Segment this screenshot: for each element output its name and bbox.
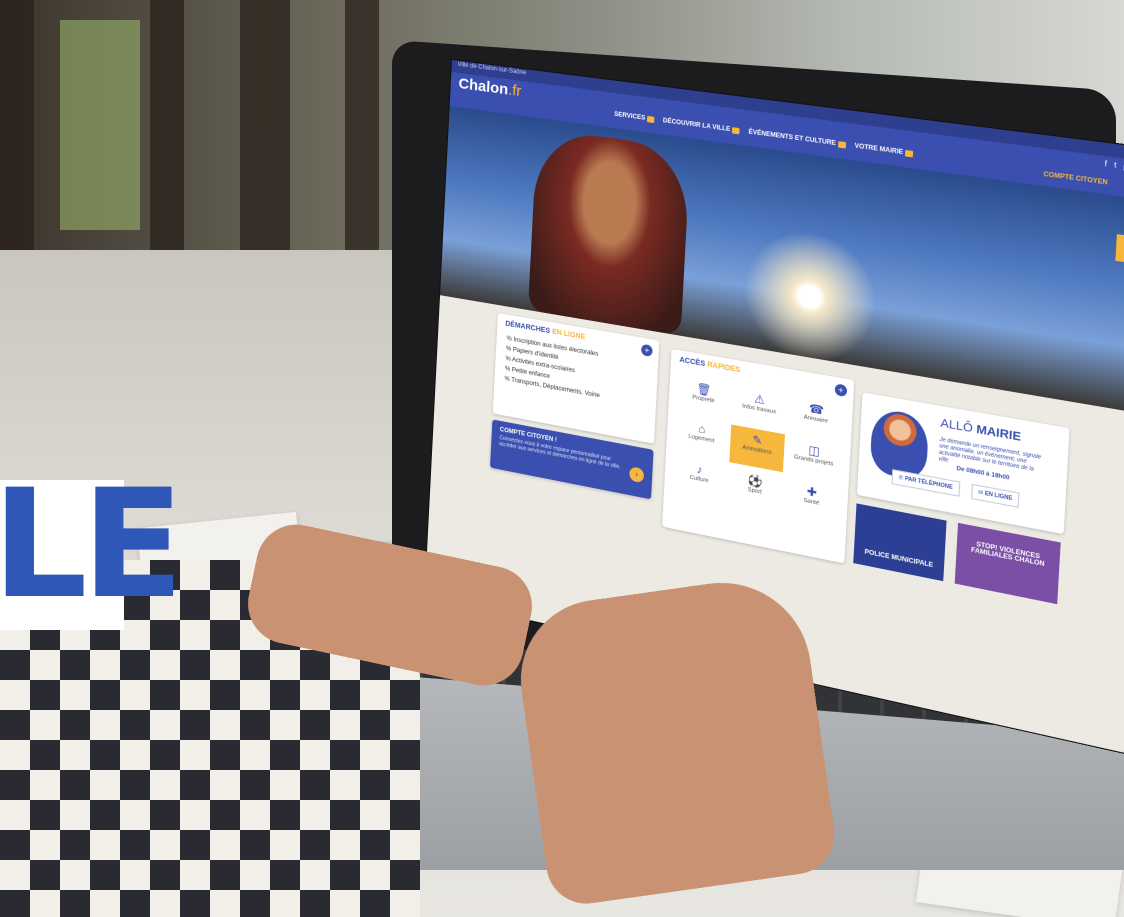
chevron-down-icon	[837, 141, 846, 149]
title-accent: RAPIDES	[706, 361, 741, 375]
nav-label: VOTRE MAIRIE	[854, 143, 904, 157]
nav-label: SERVICES	[614, 111, 646, 122]
nav-decouvrir[interactable]: DÉCOUVRIR LA VILLE	[662, 117, 741, 135]
tile-annuaire[interactable]: ☎ Annuaire	[788, 394, 844, 442]
title-prefix: ACCÈS	[679, 356, 706, 369]
brand-tld: .fr	[507, 81, 522, 101]
chevron-down-icon	[905, 149, 914, 158]
nav-services[interactable]: SERVICES	[614, 112, 655, 124]
chevron-down-icon	[647, 115, 655, 124]
facebook-icon[interactable]: f	[1104, 161, 1107, 170]
account-link[interactable]: COMPTE CITOYEN	[1043, 172, 1108, 187]
brand-letters: LE	[0, 458, 184, 632]
button-label: EN LIGNE	[984, 490, 1013, 503]
nav-evenements[interactable]: ÉVÉNEMENTS ET CULTURE	[748, 129, 846, 149]
title-bold: MAIRIE	[975, 423, 1022, 445]
tile-grands-projets[interactable]: ◫ Grands projets	[786, 435, 842, 483]
online-button[interactable]: ✉ EN LIGNE	[971, 483, 1020, 508]
violence-banner[interactable]: STOP! VIOLENCES FAMILIALES CHALON	[954, 522, 1061, 605]
tile-animations[interactable]: ✎ Animations	[729, 424, 785, 473]
nav-label: ÉVÉNEMENTS ET CULTURE	[748, 129, 837, 148]
police-banner[interactable]: POLICE MUNICIPALE	[853, 503, 947, 582]
tile-travaux[interactable]: ⚠ Infos travaux	[732, 384, 787, 431]
title-accent: EN LIGNE	[551, 328, 586, 342]
window-light	[60, 20, 140, 230]
acces-card: ACCÈS RAPIDES + 🗑 Propreté ⚠ Infos travaux…	[662, 348, 855, 564]
title-prefix: ALLÔ	[940, 416, 974, 436]
social-links: f t ▶ ◎	[1104, 161, 1124, 175]
chevron-down-icon	[732, 127, 741, 135]
nav-label: DÉCOUVRIR LA VILLE	[662, 117, 731, 134]
tile-culture[interactable]: ♪ Culture	[672, 455, 726, 502]
carnival-figure	[527, 127, 691, 336]
right-hand	[510, 571, 840, 909]
tile-sante[interactable]: ✚ Santé	[784, 476, 840, 524]
photo-scene: Ville de Chalon-sur-Saône Chalon.fr f t …	[0, 0, 1124, 917]
nav-mairie[interactable]: VOTRE MAIRIE	[854, 143, 914, 158]
brand-letters-tile: LE	[0, 470, 184, 630]
title-prefix: DÉMARCHES	[505, 320, 551, 336]
brand-name: Chalon	[458, 74, 509, 99]
twitter-icon[interactable]: t	[1114, 162, 1117, 171]
tile-logement[interactable]: ⌂ Logement	[675, 415, 729, 462]
search-button[interactable]: ⌕	[1115, 234, 1124, 267]
phone-button[interactable]: ✆ PAR TÉLÉPHONE	[891, 469, 961, 497]
tile-proprete[interactable]: 🗑 Propreté	[677, 374, 731, 421]
tile-label: Sport	[747, 486, 762, 496]
button-label: PAR TÉLÉPHONE	[904, 475, 953, 492]
tile-sport[interactable]: ⚽ Sport	[727, 465, 782, 513]
